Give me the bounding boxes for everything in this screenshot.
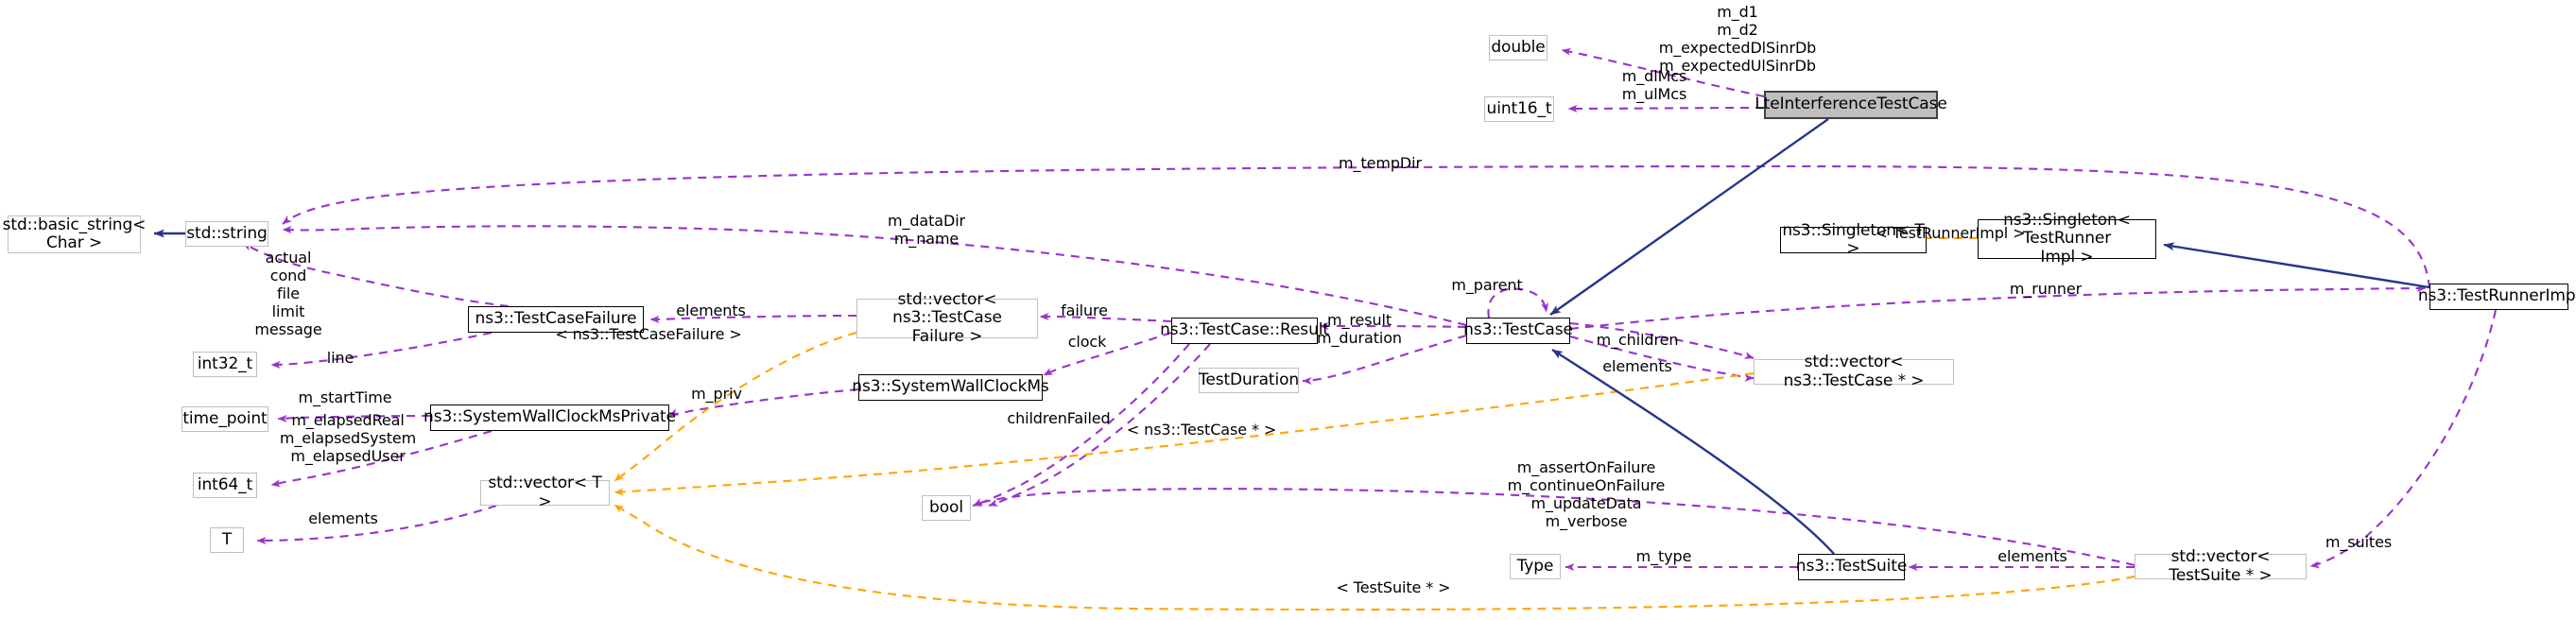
node-double[interactable]: double xyxy=(1489,35,1547,60)
node-ns3-testcase[interactable]: ns3::TestCase xyxy=(1463,318,1573,344)
edge-label-m-result-duration: m_result m_duration xyxy=(1317,311,1402,347)
edge-label-assert-group: m_assertOnFailure m_continueOnFailure m_… xyxy=(1507,458,1666,530)
edge-label-m-starttime: m_startTime xyxy=(298,388,392,406)
edge-label-mcs: m_dlMcs m_ulMcs xyxy=(1621,67,1687,103)
node-int32-t[interactable]: int32_t xyxy=(193,352,257,377)
node-ns3-systemwallclockmsprivate[interactable]: ns3::SystemWallClockMsPrivate xyxy=(424,405,676,431)
node-std-vector-ns3-testcase-ptr[interactable]: std::vector< ns3::TestCase * > xyxy=(1754,353,1954,389)
node-testduration[interactable]: TestDuration xyxy=(1199,368,1299,393)
edge-label-template-testsuite-ptr: < TestSuite * > xyxy=(1336,578,1451,596)
edge-label-elements-failure: elements xyxy=(676,301,746,319)
edge-label-m-tempdir: m_tempDir xyxy=(1339,154,1422,172)
collaboration-diagram: std::basic_string< Char > std::string in… xyxy=(0,0,2576,620)
edge-label-line: line xyxy=(326,349,354,367)
edge-label-m-type: m_type xyxy=(1635,547,1692,565)
edge-label-elements-T: elements xyxy=(308,509,378,527)
edge-label-m-parent: m_parent xyxy=(1451,276,1523,294)
edge-label-failure: failure xyxy=(1061,301,1108,319)
edge-label-m-datadir-name: m_dataDir m_name xyxy=(887,212,966,248)
edge-label-childrenfailed: childrenFailed xyxy=(1007,409,1111,427)
node-uint16-t[interactable]: uint16_t xyxy=(1484,96,1554,122)
node-std-vector-testcasefailure[interactable]: std::vector< ns3::TestCase Failure > xyxy=(856,291,1038,345)
node-template-T[interactable]: T xyxy=(210,527,244,553)
node-lteinterferencetestcase[interactable]: LteInterferenceTestCase xyxy=(1755,91,1947,119)
edge-label-elements-testcase: elements xyxy=(1602,357,1672,375)
node-std-vector-T[interactable]: std::vector< T > xyxy=(480,474,610,510)
edge-label-m-runner: m_runner xyxy=(2009,280,2083,298)
edge-label-template-testcase-ptr: < ns3::TestCase * > xyxy=(1126,421,1277,439)
edge-label-m-elapsed-group: m_elapsedReal m_elapsedSystem m_elapsedU… xyxy=(279,411,417,465)
template-edges xyxy=(614,234,2135,611)
node-std-basic-string[interactable]: std::basic_string< Char > xyxy=(3,215,146,253)
node-ns3-testsuite[interactable]: ns3::TestSuite xyxy=(1796,554,1907,580)
edge-label-m-priv: m_priv xyxy=(691,385,742,403)
node-ns3-testcase-result[interactable]: ns3::TestCase::Result xyxy=(1160,318,1329,344)
node-int64-t[interactable]: int64_t xyxy=(193,473,257,498)
edge-label-clock: clock xyxy=(1067,333,1107,351)
edge-label-failure-fields: actual cond file limit message xyxy=(254,249,322,338)
node-ns3-systemwallclockms[interactable]: ns3::SystemWallClockMs xyxy=(852,374,1049,401)
edge-label-m-d1-group: m_d1 m_d2 m_expectedDlSinrDb m_expectedU… xyxy=(1658,3,1817,75)
node-std-vector-testsuite-ptr[interactable]: std::vector< TestSuite * > xyxy=(2135,548,2307,584)
edge-label-template-testrunnerimpl: < TestRunnerImpl > xyxy=(1875,224,2026,242)
edge-label-m-children: m_children xyxy=(1596,331,1679,349)
node-type[interactable]: Type xyxy=(1510,554,1561,579)
node-bool[interactable]: bool xyxy=(922,495,971,521)
edge-label-template-testcasefailure: < ns3::TestCaseFailure > xyxy=(555,325,742,343)
edge-label-m-suites: m_suites xyxy=(2325,533,2393,551)
node-std-string[interactable]: std::string xyxy=(185,221,268,247)
node-time-point[interactable]: time_point xyxy=(182,406,268,432)
node-ns3-testrunnerimpl[interactable]: ns3::TestRunnerImpl xyxy=(2418,284,2576,310)
diagram-edges xyxy=(153,47,2498,611)
edge-label-elements-testsuite: elements xyxy=(1997,547,2067,565)
